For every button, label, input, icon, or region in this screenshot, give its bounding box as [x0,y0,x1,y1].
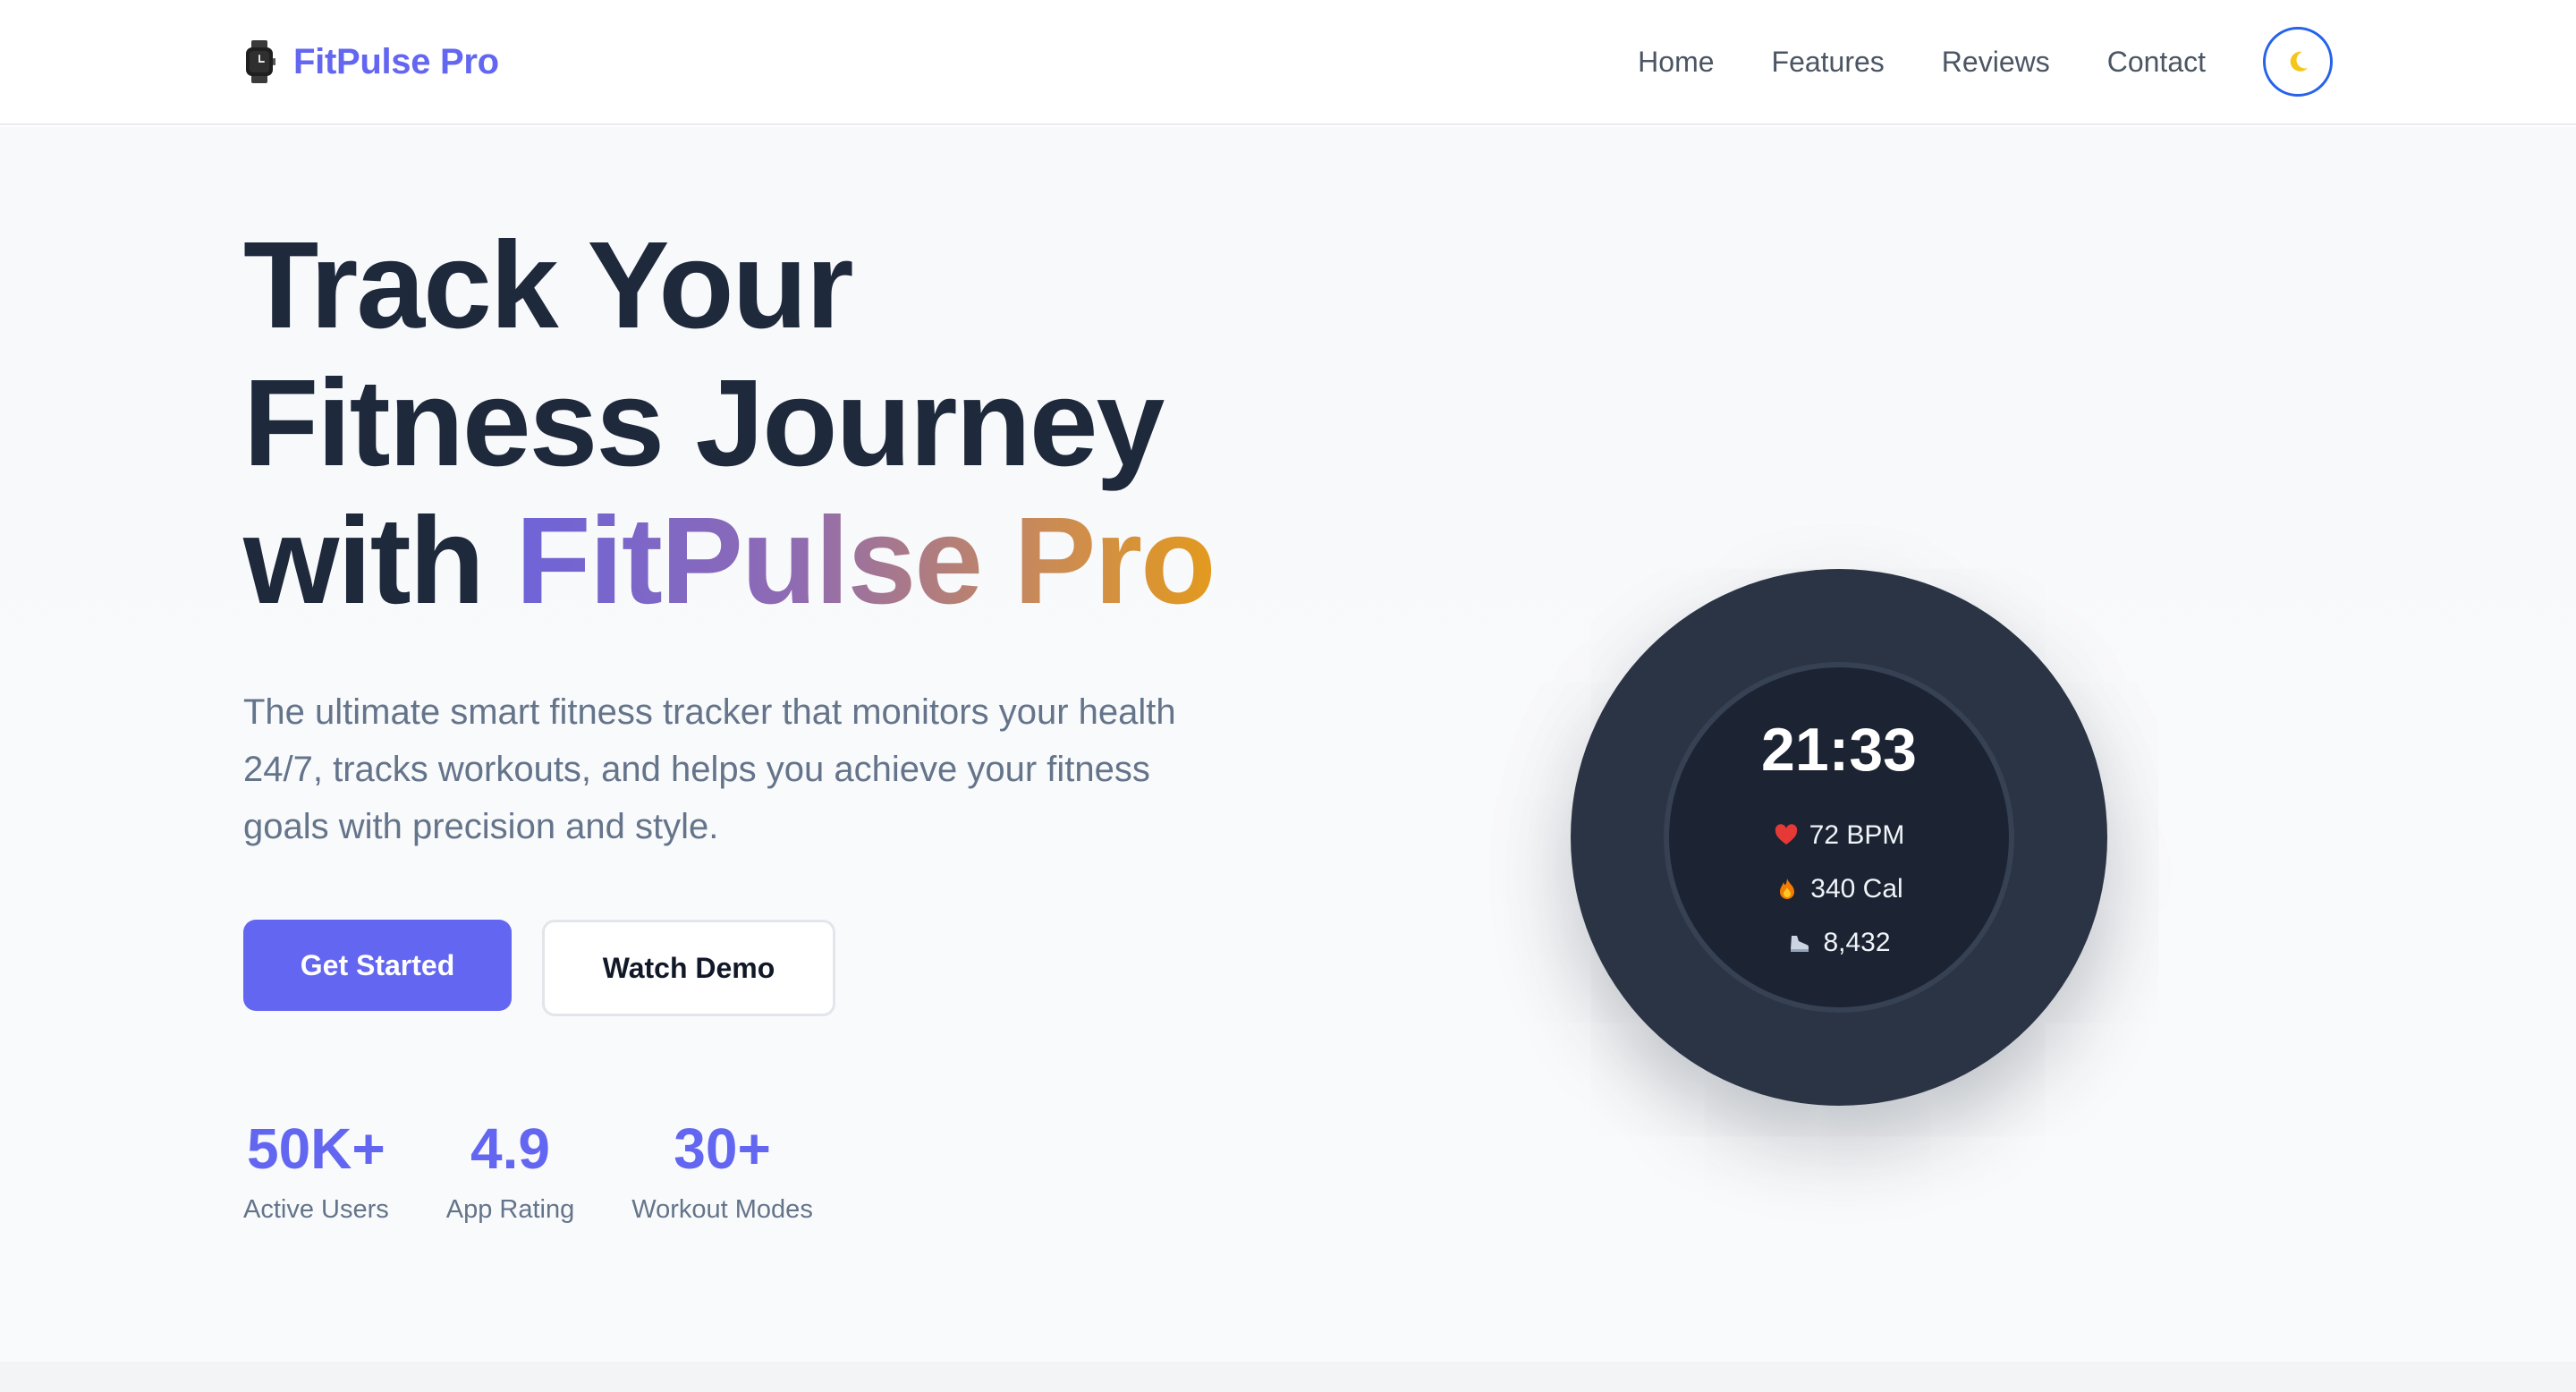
navbar: FitPulse Pro Home Features Reviews Conta… [0,0,2576,125]
stat-active-users: 50K+ Active Users [243,1115,389,1227]
smartwatch-icon [246,40,275,83]
brand-logo[interactable]: FitPulse Pro [243,40,499,83]
calories-metric: 340 Cal [1775,871,1903,907]
watch-demo-button[interactable]: Watch Demo [542,920,835,1016]
hero-content: Track Your Fitness Journey with FitPulse… [243,216,1299,1227]
hero-subtitle: The ultimate smart fitness tracker that … [243,692,1176,846]
headline-highlight: FitPulse Pro [515,492,1216,630]
steps-metric: 8,432 [1787,925,1891,961]
stat-value: 30+ [674,1116,771,1181]
calories-value: 340 Cal [1810,874,1903,904]
cta-row: Get Started Watch Demo [243,920,1299,1016]
headline-line-1: Track Your [243,216,854,354]
get-started-button[interactable]: Get Started [243,920,512,1011]
next-section-edge [0,1362,2576,1392]
shoe-icon [1791,936,1809,952]
moon-icon [2290,51,2308,72]
heart-rate-metric: 72 BPM [1774,818,1905,853]
nav-links: Home Features Reviews Contact [1638,27,2333,97]
heart-rate-value: 72 BPM [1809,820,1905,850]
steps-value: 8,432 [1823,928,1891,957]
stat-label: Active Users [243,1195,389,1224]
fire-icon [1780,878,1795,899]
stat-value: 50K+ [246,1116,386,1181]
smartwatch-illustration: 21:33 72 BPM 340 Cal 8,432 [1571,569,2107,1106]
stat-value: 4.9 [470,1116,550,1181]
stat-label: Workout Modes [631,1195,813,1224]
nav-link-contact[interactable]: Contact [2107,46,2206,79]
headline-line-3: with FitPulse Pro [243,492,1299,630]
stat-app-rating: 4.9 App Rating [446,1115,575,1227]
hero-headline: Track Your Fitness Journey with FitPulse… [243,216,1299,630]
stats-row: 50K+ Active Users 4.9 App Rating 30+ Wor… [243,1115,1299,1227]
nav-link-features[interactable]: Features [1772,46,1885,79]
stat-workout-modes: 30+ Workout Modes [631,1115,813,1227]
watch-face: 21:33 72 BPM 340 Cal 8,432 [1664,662,2014,1013]
theme-toggle-button[interactable] [2263,27,2333,97]
watch-time: 21:33 [1761,716,1917,784]
hero-section: Track Your Fitness Journey with FitPulse… [0,127,2576,1362]
nav-link-home[interactable]: Home [1638,46,1714,79]
heart-icon [1775,824,1797,845]
nav-link-reviews[interactable]: Reviews [1942,46,2050,79]
headline-line-2: Fitness Journey [243,354,1165,492]
stat-label: App Rating [445,1195,575,1224]
brand-name: FitPulse Pro [293,41,499,81]
headline-prefix: with [243,492,485,630]
